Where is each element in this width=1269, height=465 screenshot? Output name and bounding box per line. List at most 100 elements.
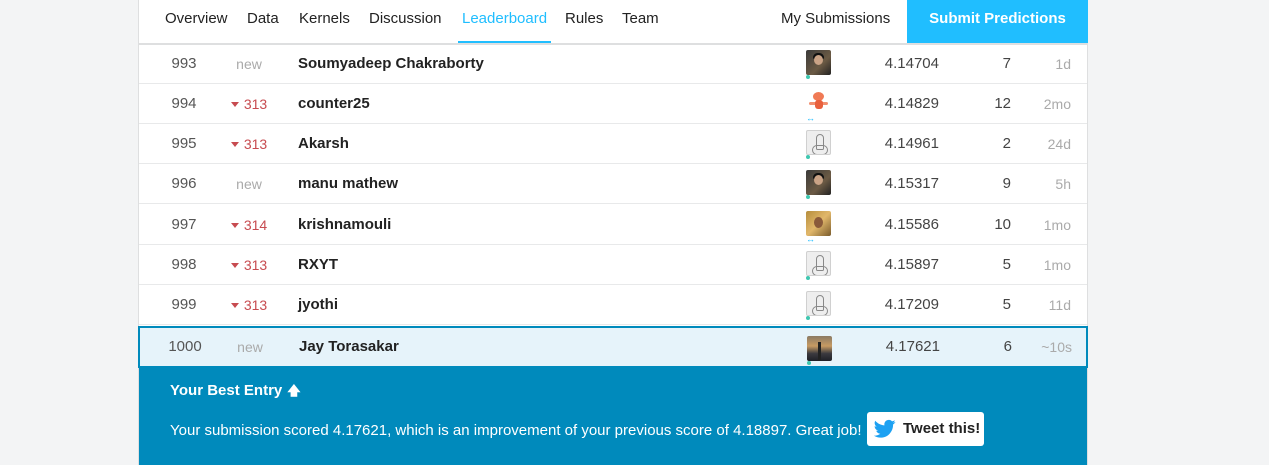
leaderboard-row[interactable]: 995 313 Akarsh 4.14961 2 24d (139, 124, 1087, 164)
score: 4.14704 (884, 55, 939, 72)
rank-change: 313 (219, 124, 279, 164)
team-name[interactable]: manu mathew (298, 164, 398, 204)
avatar[interactable] (806, 170, 831, 195)
last-submission: 1d (1055, 56, 1071, 72)
team-name[interactable]: jyothi (298, 285, 338, 325)
rank-change-value: 313 (243, 297, 268, 313)
tier-dot-icon (807, 361, 811, 365)
score: 4.15586 (884, 216, 939, 233)
team-members-icon: ↔ (806, 113, 815, 123)
rank: 998 (171, 256, 197, 273)
rank-change: new (236, 56, 262, 72)
last-submission: 1mo (1043, 257, 1071, 273)
avatar[interactable] (806, 90, 831, 115)
my-submissions-link[interactable]: My Submissions (781, 0, 890, 43)
avatar[interactable] (807, 336, 832, 361)
avatar[interactable] (806, 50, 831, 75)
rank-down-icon (230, 222, 239, 228)
tab-data[interactable]: Data (247, 0, 279, 43)
best-entry-banner: Your Best Entry 🡅 Your submission scored … (139, 367, 1087, 465)
rank: 993 (171, 55, 197, 72)
team-name[interactable]: RXYT (298, 245, 338, 285)
rank-change: new (237, 339, 263, 355)
tweet-button[interactable]: Tweet this! (867, 412, 984, 446)
submit-predictions-button[interactable]: Submit Predictions (907, 0, 1088, 43)
score: 4.14961 (884, 135, 939, 152)
tab-overview[interactable]: Overview (165, 0, 228, 43)
last-submission: 5h (1055, 176, 1071, 192)
avatar[interactable] (806, 291, 831, 316)
tweet-label: Tweet this! (903, 420, 981, 437)
rank: 994 (171, 95, 197, 112)
leaderboard-row[interactable]: 993 new Soumyadeep Chakraborty 4.14704 7… (139, 44, 1087, 84)
rank: 997 (171, 216, 197, 233)
rank: 999 (171, 296, 197, 313)
avatar[interactable] (806, 211, 831, 236)
rank-change: 314 (219, 205, 279, 245)
team-name[interactable]: Jay Torasakar (299, 328, 399, 368)
tab-leaderboard[interactable]: Leaderboard (457, 0, 552, 43)
rank: 1000 (168, 338, 202, 355)
entries: 7 (1002, 55, 1011, 72)
avatar[interactable] (806, 251, 831, 276)
tab-kernels[interactable]: Kernels (299, 0, 350, 43)
entries: 2 (1002, 135, 1011, 152)
rank-change: 313 (219, 285, 279, 325)
tab-discussion[interactable]: Discussion (369, 0, 442, 43)
avatar[interactable] (806, 130, 831, 155)
rank: 995 (171, 135, 197, 152)
entries: 9 (1002, 175, 1011, 192)
twitter-bird-icon (874, 419, 896, 438)
best-entry-title-text: Your Best Entry (170, 382, 283, 399)
rank-change-value: 313 (243, 136, 268, 152)
tier-dot-icon (806, 75, 810, 79)
tab-rules[interactable]: Rules (565, 0, 603, 43)
rank-change: new (236, 176, 262, 192)
entries: 6 (1003, 338, 1012, 355)
team-name[interactable]: Soumyadeep Chakraborty (298, 44, 484, 84)
score: 4.14829 (884, 95, 939, 112)
rank-change: 313 (219, 245, 279, 285)
arrow-up-icon: 🡅 (287, 383, 301, 398)
score: 4.15897 (884, 256, 939, 273)
tier-dot-icon (806, 316, 810, 320)
rank-down-icon (230, 141, 239, 147)
rank-down-icon (230, 262, 239, 268)
tier-dot-icon (806, 195, 810, 199)
leaderboard-row[interactable]: 994 313 counter25 ↔ 4.14829 12 2mo (139, 84, 1087, 124)
leaderboard-row[interactable]: 996 new manu mathew 4.15317 9 5h (139, 164, 1087, 204)
rank: 996 (171, 175, 197, 192)
tab-team[interactable]: Team (622, 0, 659, 43)
leaderboard-row[interactable]: 997 314 krishnamouli ↔ 4.15586 10 1mo (139, 205, 1087, 245)
entries: 5 (1002, 296, 1011, 313)
score: 4.15317 (884, 175, 939, 192)
entries: 12 (994, 95, 1011, 112)
last-submission: 2mo (1043, 96, 1071, 112)
last-submission: 24d (1047, 136, 1071, 152)
team-name[interactable]: Akarsh (298, 124, 349, 164)
rank-change: 313 (219, 84, 279, 124)
rank-change-value: 314 (243, 217, 268, 233)
tier-dot-icon (806, 276, 810, 280)
my-leaderboard-row[interactable]: 1000 new Jay Torasakar 4.17621 6 ~10s (138, 326, 1088, 368)
best-entry-title: Your Best Entry 🡅 (170, 382, 301, 404)
tier-dot-icon (806, 155, 810, 159)
leaderboard-panel: Overview Data Kernels Discussion Leaderb… (138, 0, 1088, 465)
rank-change-value: 313 (243, 96, 268, 112)
best-entry-message: Your submission scored 4.17621, which is… (170, 422, 862, 439)
entries: 5 (1002, 256, 1011, 273)
team-name[interactable]: counter25 (298, 84, 370, 124)
competition-nav: Overview Data Kernels Discussion Leaderb… (139, 0, 1088, 45)
score: 4.17209 (884, 296, 939, 313)
rank-down-icon (230, 302, 239, 308)
leaderboard-row[interactable]: 998 313 RXYT 4.15897 5 1mo (139, 245, 1087, 285)
rank-change-value: 313 (243, 257, 268, 273)
rank-down-icon (230, 101, 239, 107)
leaderboard-row[interactable]: 999 313 jyothi 4.17209 5 11d (139, 285, 1087, 325)
last-submission: 1mo (1043, 217, 1071, 233)
team-name[interactable]: krishnamouli (298, 205, 391, 245)
last-submission: 11d (1048, 297, 1071, 313)
score: 4.17621 (885, 338, 940, 355)
last-submission: ~10s (1041, 339, 1072, 355)
team-members-icon: ↔ (806, 234, 815, 244)
